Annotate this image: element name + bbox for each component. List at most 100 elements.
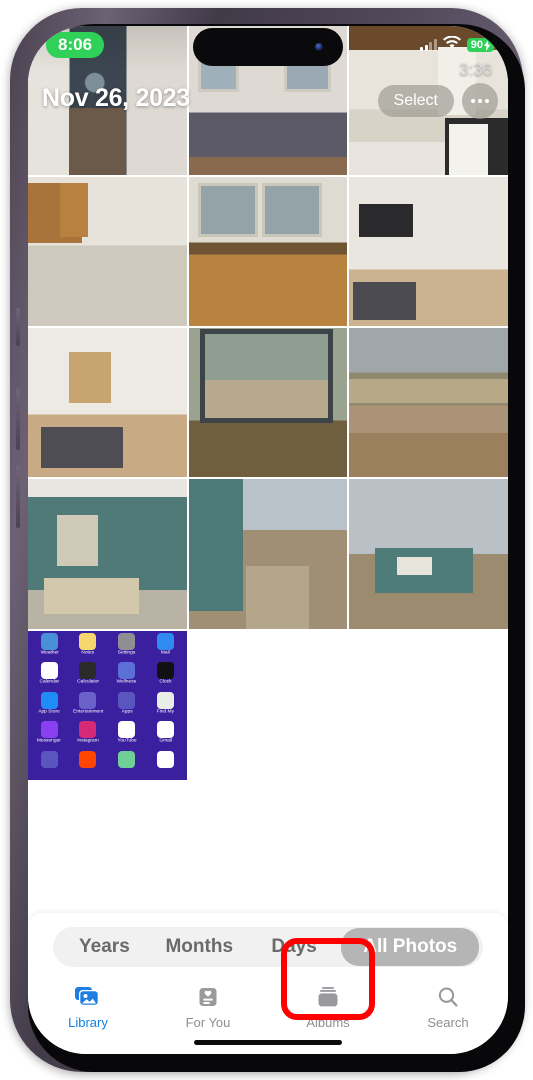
home-screen-app-icon: Calendar	[31, 662, 68, 691]
screenshot-stage: Weather Notes Settings Mail Calendar Calculat…	[0, 0, 533, 1080]
home-screen-screenshot[interactable]: Weather Notes Settings Mail Calendar Calculat…	[28, 630, 187, 780]
segment-months[interactable]: Months	[152, 928, 247, 966]
home-screen-app-icon: Notes	[70, 632, 107, 662]
home-screen-app-icon: Entertainment	[70, 691, 107, 721]
photo-thumbnail	[349, 479, 508, 629]
app-label: Calendar	[39, 678, 60, 685]
app-icon	[118, 632, 136, 650]
home-screen-thumbnail: Weather Notes Settings Mail Calendar Calculat…	[28, 630, 187, 780]
app-label: Settings	[117, 649, 136, 655]
app-label: Calculator	[77, 678, 99, 685]
home-screen-app-icon: Mail	[147, 632, 184, 662]
home-screen-app-icon: Find My	[147, 691, 184, 721]
home-screen-app-icon: Apps	[108, 691, 145, 721]
backyard-fence-photo[interactable]	[349, 328, 508, 478]
app-icon	[79, 632, 97, 650]
app-icon	[118, 662, 136, 680]
app-icon	[156, 632, 174, 650]
volume-down-button[interactable]	[16, 466, 20, 528]
select-button[interactable]: Select	[377, 85, 454, 117]
home-screen-app-icon	[70, 751, 107, 780]
phone-screen: Weather Notes Settings Mail Calendar Calculat…	[28, 26, 508, 1054]
tab-label-search: Search	[427, 1015, 469, 1030]
home-screen-app-icon: Settings	[108, 632, 145, 662]
app-icon	[156, 662, 174, 680]
app-icon	[118, 751, 136, 769]
battery-percent: 90	[470, 39, 483, 51]
bottom-bar: Years Months Days All Photos Library For…	[28, 913, 508, 1054]
timeline-segmented-control[interactable]: Years Months Days All Photos	[53, 927, 483, 967]
bay-window-backyard-photo[interactable]	[188, 328, 348, 478]
wifi-icon	[442, 35, 461, 54]
app-icon	[118, 721, 136, 739]
charging-bolt-icon	[484, 39, 491, 51]
app-label: Instagram	[77, 738, 99, 744]
living-room-tv-photo[interactable]	[349, 177, 508, 327]
battery-icon: 90	[466, 38, 494, 52]
segment-days[interactable]: Days	[247, 928, 342, 966]
photo-thumbnail	[28, 479, 187, 629]
kitchen-cabinets-photo[interactable]	[28, 177, 187, 327]
app-icon	[40, 751, 58, 769]
segment-years[interactable]: Years	[57, 928, 152, 966]
home-screen-app-icon	[108, 751, 145, 780]
front-porch-photo[interactable]	[28, 479, 187, 629]
app-icon	[79, 751, 97, 769]
home-screen-app-icon: YouTube	[108, 721, 145, 750]
tab-library[interactable]: Library	[28, 983, 148, 1030]
home-screen-app-icon	[31, 751, 68, 780]
photo-grid: Weather Notes Settings Mail Calendar Calculat…	[28, 26, 508, 780]
home-screen-app-icon: Gmail	[147, 721, 184, 750]
tab-label-albums: Albums	[306, 1015, 350, 1030]
home-screen-app-icon: Messenger	[31, 721, 68, 750]
mute-switch[interactable]	[16, 308, 20, 346]
albums-stack-icon	[315, 983, 341, 1010]
app-icon	[79, 662, 97, 680]
photo-thumbnail	[349, 328, 508, 478]
for-you-card-icon	[196, 983, 220, 1010]
app-label: Entertainment	[72, 708, 104, 714]
app-label: YouTube	[117, 738, 137, 744]
app-label: Weather	[40, 649, 59, 655]
photo-thumbnail	[188, 177, 348, 327]
app-label: Messenger	[37, 738, 62, 744]
page-title: Nov 26, 2023	[42, 84, 190, 112]
tab-label-for-you: For You	[185, 1015, 231, 1030]
home-indicator[interactable]	[194, 1040, 342, 1045]
dynamic-island	[193, 28, 343, 66]
house-exterior-photo[interactable]	[349, 479, 508, 629]
app-label: Mail	[160, 649, 170, 655]
more-options-button[interactable]	[462, 83, 498, 119]
app-icon	[40, 721, 58, 739]
app-icon	[118, 691, 136, 709]
home-screen-app-icon: Instagram	[70, 721, 107, 750]
home-screen-app-icon: Wellness	[108, 662, 145, 691]
app-label: Notes	[81, 649, 95, 655]
app-label: Find My	[156, 708, 174, 714]
segment-all-photos[interactable]: All Photos	[341, 928, 479, 966]
app-icon	[79, 691, 97, 709]
side-walkway-photo[interactable]	[188, 479, 348, 629]
volume-up-button[interactable]	[16, 388, 20, 450]
tab-label-library: Library	[68, 1015, 108, 1030]
app-label: Clock	[159, 678, 172, 685]
home-screen-app-icon: App Store	[31, 691, 68, 721]
home-screen-app-icon: Weather	[31, 632, 68, 662]
kitchen-sink-window-photo[interactable]	[188, 177, 348, 327]
app-icon	[40, 662, 58, 680]
screen-recording-timer: 3:36	[458, 60, 492, 79]
photo-thumbnail	[28, 177, 187, 327]
home-screen-app-icon: Calculator	[70, 662, 107, 691]
living-room-open-plan-photo[interactable]	[28, 328, 187, 478]
tab-albums[interactable]: Albums	[268, 983, 388, 1030]
recording-time-pill: 8:06	[46, 32, 105, 58]
app-label: Wellness	[116, 678, 137, 685]
app-label: Gmail	[158, 738, 172, 744]
tab-for-you[interactable]: For You	[148, 983, 268, 1030]
app-icon	[156, 721, 174, 739]
magnifier-icon	[436, 983, 460, 1010]
tab-search[interactable]: Search	[388, 983, 508, 1030]
ellipsis-icon	[471, 99, 475, 103]
app-icon	[156, 691, 174, 709]
home-screen-app-icon: Clock	[147, 662, 184, 691]
